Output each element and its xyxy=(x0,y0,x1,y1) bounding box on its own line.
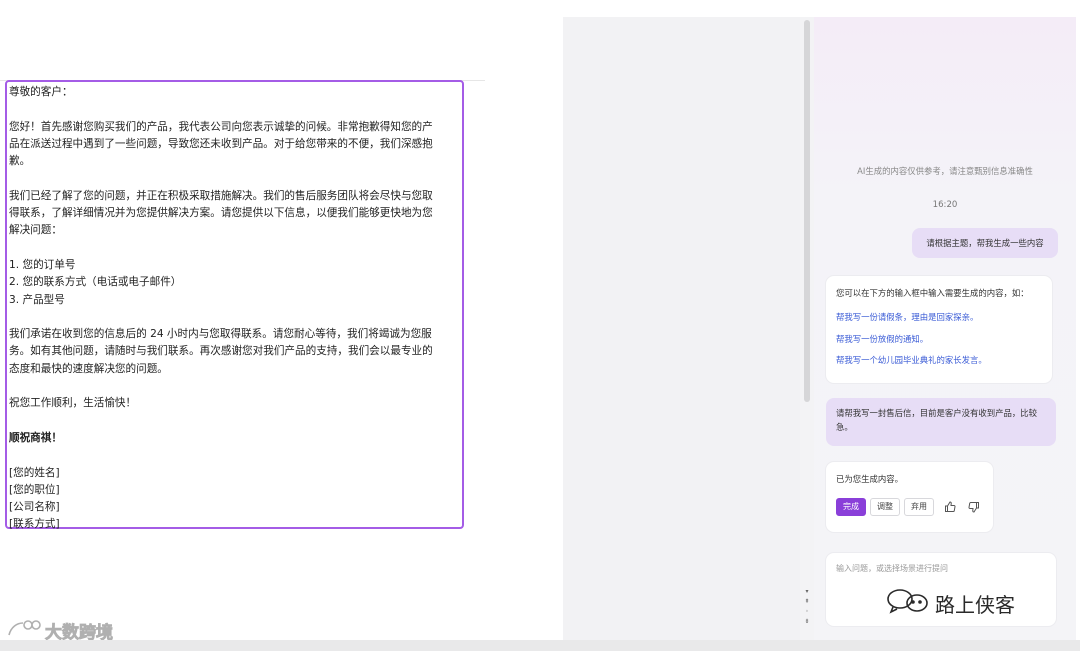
doc-line: 歉。 xyxy=(9,155,31,168)
page-nav-controls[interactable]: ▾ ⇞ ◦ ⇟ xyxy=(803,587,811,627)
thumbs-up-icon[interactable] xyxy=(942,499,958,515)
doc-line: [联系方式] xyxy=(9,518,60,531)
doc-line: [您的职位] xyxy=(9,483,60,496)
user-message: 请帮我写一封售后信，目前是客户没有收到产品，比较急。 xyxy=(826,398,1056,446)
thumbs-down-icon[interactable] xyxy=(966,499,982,515)
result-message: 已为您生成内容。 xyxy=(836,474,903,484)
doc-line: 我们已经了解了您的问题，并正在积极采取措施解决。我们的售后服务团队将会尽快与您取 xyxy=(9,189,433,202)
doc-line: 务。如有其他问题，请随时与我们联系。再次感谢您对我们产品的支持，我们会以最专业的 xyxy=(9,345,433,358)
intro-text: 您可以在下方的输入框中输入需要生成的内容，如： xyxy=(836,288,1029,298)
vertical-scrollbar-thumb[interactable] xyxy=(804,20,810,402)
ai-disclaimer: AI生成的内容仅供参考，请注意甄别信息准确性 xyxy=(857,166,1033,176)
workspace-gutter xyxy=(563,17,808,640)
doc-line: 得联系，了解详细情况并为您提供解决方案。请您提供以下信息，以便我们能够更快地为您 xyxy=(9,207,433,220)
doc-line: 2. 您的联系方式（电话或电子邮件） xyxy=(9,276,182,289)
discard-button[interactable]: 弃用 xyxy=(904,498,934,516)
doc-line: 尊敬的客户： xyxy=(9,86,73,98)
adjust-button[interactable]: 调整 xyxy=(870,498,900,516)
suggestion-link[interactable]: 帮我写一份请假条，理由是回家探亲。 xyxy=(836,310,1042,324)
prompt-placeholder: 输入问题，或选择场景进行提问 xyxy=(836,564,948,573)
bottom-status-bar xyxy=(0,640,1080,651)
doc-line: [您的姓名] xyxy=(9,466,60,479)
result-actions: 完成 调整 弃用 xyxy=(836,498,983,516)
watermark-right-text: 路上侠客 xyxy=(935,593,1015,617)
doc-line: 品在派送过程中遇到了一些问题，导致您还未收到产品。对于给您带来的不便，我们深感抱 xyxy=(9,137,433,150)
doc-line: 1. 您的订单号 xyxy=(9,258,76,271)
done-button[interactable]: 完成 xyxy=(836,498,866,516)
doc-line: 3. 产品型号 xyxy=(9,293,65,306)
doc-line: 态度和最快的速度解决您的问题。 xyxy=(9,362,168,375)
suggestion-link[interactable]: 帮我写一个幼儿园毕业典礼的家长发言。 xyxy=(836,353,1042,367)
selected-text-block[interactable]: 尊敬的客户： 您好！首先感谢您购买我们的产品，我代表公司向您表示诚挚的问候。非常… xyxy=(5,80,464,530)
assistant-intro-card: 您可以在下方的输入框中输入需要生成的内容，如： 帮我写一份请假条，理由是回家探亲… xyxy=(826,276,1052,383)
doc-line: 顺祝商祺！ xyxy=(9,431,62,444)
doc-line: 祝您工作顺利，生活愉快！ xyxy=(9,397,137,410)
doc-line: 解决问题： xyxy=(9,224,62,237)
doc-line: [公司名称] xyxy=(9,501,60,514)
chat-timestamp: 16:20 xyxy=(932,200,958,210)
suggestion-link[interactable]: 帮我写一份放假的通知。 xyxy=(836,332,1042,346)
assistant-result-card: 已为您生成内容。 完成 调整 弃用 xyxy=(826,462,993,532)
doc-line: 我们承诺在收到您的信息后的 24 小时内与您取得联系。请您耐心等待，我们将竭诚为… xyxy=(9,328,432,341)
user-message: 请根据主题，帮我生成一些内容 xyxy=(912,228,1058,258)
watermark-right: 路上侠客 xyxy=(885,588,1015,619)
doc-line: 您好！首先感谢您购买我们的产品，我代表公司向您表示诚挚的问候。非常抱歉得知您的产 xyxy=(9,120,433,133)
document-canvas[interactable]: 尊敬的客户： 您好！首先感谢您购买我们的产品，我代表公司向您表示诚挚的问候。非常… xyxy=(0,0,563,640)
wechat-logo-icon xyxy=(885,588,931,619)
